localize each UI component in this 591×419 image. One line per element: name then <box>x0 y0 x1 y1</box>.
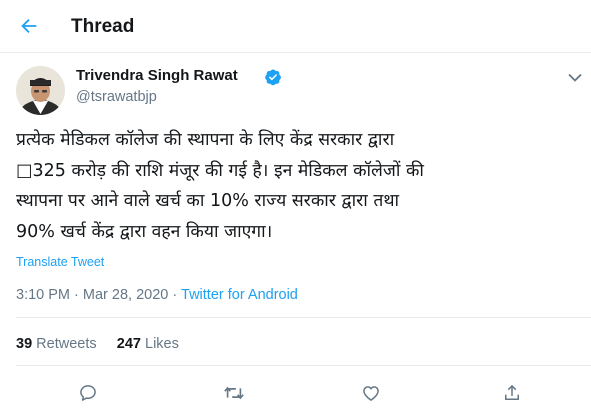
retweet-icon <box>224 386 244 400</box>
retweet-button[interactable] <box>222 381 246 405</box>
reply-icon <box>80 385 96 401</box>
like-button[interactable] <box>359 381 383 405</box>
author-handle[interactable]: @tsrawatbjp <box>76 89 157 105</box>
avatar[interactable] <box>16 66 65 115</box>
thread-header: Thread <box>0 0 591 53</box>
likes-count: 247 <box>116 336 141 352</box>
divider <box>16 365 591 366</box>
verified-badge-icon <box>265 69 281 86</box>
retweets-stat[interactable]: 39 Retweets <box>16 336 97 352</box>
retweets-label: Retweets <box>36 336 97 352</box>
likes-label: Likes <box>145 336 179 352</box>
tweet-actions <box>0 381 591 405</box>
profile-photo <box>16 66 65 115</box>
page-title: Thread <box>71 16 135 37</box>
tweet-meta: 3:10 PM · Mar 28, 2020 · Twitter for And… <box>16 287 298 303</box>
retweets-count: 39 <box>16 336 33 352</box>
meta-separator: · <box>172 287 178 303</box>
back-button[interactable] <box>14 11 44 41</box>
chevron-down-icon[interactable] <box>566 71 584 85</box>
likes-stat[interactable]: 247 Likes <box>117 336 179 352</box>
tweet-date[interactable]: Mar 28, 2020 <box>83 287 168 303</box>
like-icon <box>363 386 379 401</box>
translate-tweet-link[interactable]: Translate Tweet <box>16 255 104 269</box>
divider <box>16 317 591 318</box>
author-name[interactable]: Trivendra Singh Rawat <box>76 67 238 84</box>
meta-separator: · <box>74 287 79 303</box>
share-icon <box>505 384 519 400</box>
tweet-time[interactable]: 3:10 PM <box>16 287 70 303</box>
tweet-text: प्रत्येक मेडिकल कॉलेज की स्थापना के लिए … <box>16 130 424 242</box>
tweet-stats: 39 Retweets 247 Likes <box>16 336 179 352</box>
reply-button[interactable] <box>76 381 100 405</box>
arrow-left-icon <box>21 18 37 34</box>
share-button[interactable] <box>500 381 524 405</box>
tweet-source-link[interactable]: Twitter for Android <box>181 287 298 303</box>
